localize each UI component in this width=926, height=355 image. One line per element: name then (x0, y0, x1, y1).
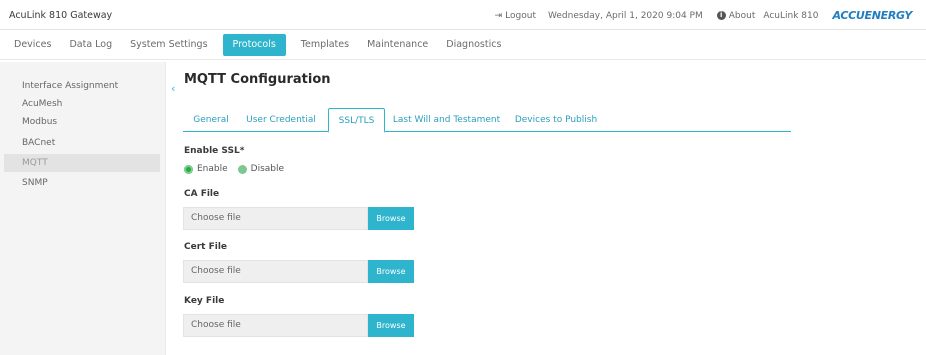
top-bar: AcuLink 810 Gateway ⇥ Logout Wednesday, … (0, 0, 926, 30)
device-name: AcuLink 810 (763, 10, 819, 21)
tab-ssl-tls[interactable]: SSL/TLS (328, 108, 385, 133)
cert-file-label: Cert File (184, 242, 228, 252)
key-browse-button[interactable]: Browse (368, 314, 414, 337)
cert-file-input[interactable]: Choose file (183, 260, 368, 283)
sidebar-item-bacnet[interactable]: BACnet (4, 134, 160, 152)
app-title: AcuLink 810 Gateway (9, 10, 113, 21)
nav-devices[interactable]: Devices (5, 34, 60, 56)
key-file-input[interactable]: Choose file (183, 314, 368, 337)
logout-link[interactable]: ⇥ Logout (495, 11, 536, 21)
about-label: About (728, 10, 756, 21)
ca-file-row: Choose file Browse (183, 207, 414, 230)
tab-user-credential[interactable]: User Credential (240, 108, 322, 132)
ca-browse-button[interactable]: Browse (368, 207, 414, 230)
radio-unselected-icon (237, 164, 247, 174)
ca-file-label: CA File (184, 189, 220, 199)
ssl-disable-option[interactable]: Disable (237, 164, 285, 174)
ca-file-input[interactable]: Choose file (183, 207, 368, 230)
sidebar-item-mqtt[interactable]: MQTT (4, 154, 160, 172)
nav-templates[interactable]: Templates (292, 34, 358, 56)
key-file-row: Choose file Browse (183, 314, 414, 337)
about-link[interactable]: i About (716, 10, 756, 21)
chevron-left-icon[interactable]: ‹ (171, 82, 175, 95)
cert-browse-button[interactable]: Browse (368, 260, 414, 283)
sidebar-item-acumesh[interactable]: AcuMesh (4, 95, 160, 113)
brand-logo: ACCUENERGY (832, 9, 912, 22)
ssl-enable-label: Enable (197, 164, 228, 174)
ssl-enable-option[interactable]: Enable (184, 164, 228, 174)
tab-general[interactable]: General (186, 108, 236, 132)
nav-data-log[interactable]: Data Log (60, 34, 121, 56)
ssl-radio-group: Enable Disable (184, 164, 284, 174)
sidebar: Interface Assignment AcuMesh Modbus BACn… (0, 62, 166, 355)
datetime: Wednesday, April 1, 2020 9:04 PM (548, 10, 703, 21)
page-title: MQTT Configuration (184, 72, 331, 87)
key-file-label: Key File (184, 296, 225, 306)
info-icon: i (716, 11, 726, 20)
main-nav: Devices Data Log System Settings Protoco… (0, 30, 926, 60)
nav-diagnostics[interactable]: Diagnostics (437, 34, 510, 56)
nav-protocols[interactable]: Protocols (222, 33, 286, 56)
tab-devices-to-publish[interactable]: Devices to Publish (509, 108, 603, 132)
enable-ssl-label: Enable SSL* (184, 146, 245, 156)
sidebar-item-modbus[interactable]: Modbus (4, 113, 160, 131)
nav-maintenance[interactable]: Maintenance (358, 34, 437, 56)
top-right-area: ⇥ Logout Wednesday, April 1, 2020 9:04 P… (495, 9, 913, 22)
cert-file-row: Choose file Browse (183, 260, 414, 283)
nav-system-settings[interactable]: System Settings (121, 34, 216, 56)
radio-selected-icon (184, 164, 193, 174)
ssl-disable-label: Disable (250, 164, 285, 174)
config-tabs: General User Credential SSL/TLS Last Wil… (183, 108, 791, 133)
sidebar-item-snmp[interactable]: SNMP (4, 174, 160, 192)
sidebar-item-interface-assignment[interactable]: Interface Assignment (4, 77, 160, 95)
tab-last-will[interactable]: Last Will and Testament (388, 108, 505, 132)
logout-label: Logout (505, 10, 536, 21)
logout-icon: ⇥ (494, 10, 503, 21)
